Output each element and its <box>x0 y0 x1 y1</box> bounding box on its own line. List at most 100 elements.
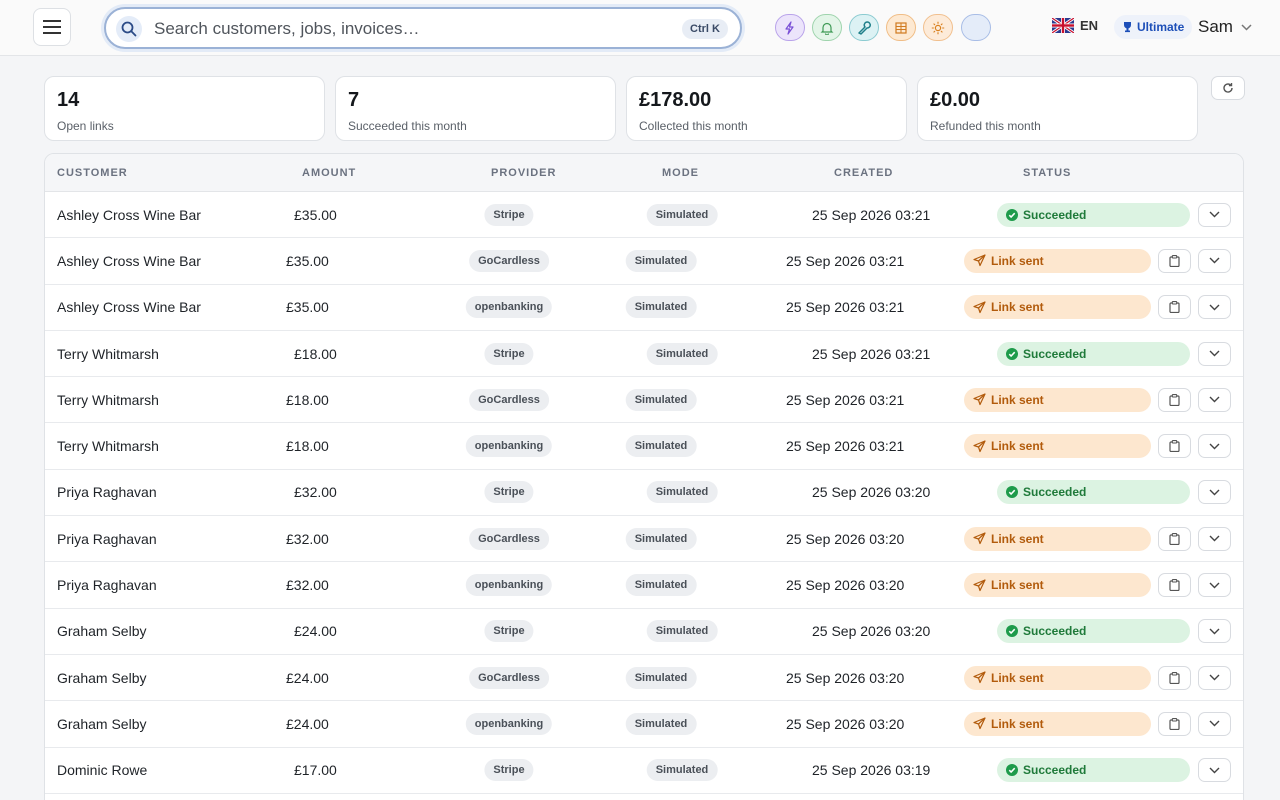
table-row[interactable]: Terry Whitmarsh £18.00 openbanking Simulate… <box>45 423 1243 470</box>
wrench-button[interactable] <box>849 14 879 41</box>
user-menu[interactable]: Sam <box>1198 17 1252 37</box>
status-badge: Succeeded <box>997 480 1190 505</box>
customer-name[interactable]: Priya Raghavan <box>57 484 157 500</box>
chevron-down-icon <box>1209 582 1220 589</box>
expand-row-button[interactable] <box>1198 480 1231 505</box>
column-header-created[interactable]: CREATED <box>834 167 893 179</box>
column-header-customer[interactable]: CUSTOMER <box>57 167 128 179</box>
sun-button[interactable] <box>923 14 953 41</box>
payments-table: CUSTOMER AMOUNT PROVIDER MODE CREATED ST… <box>44 153 1244 800</box>
status-label: Succeeded <box>1023 624 1087 639</box>
expand-row-button[interactable] <box>1198 248 1231 273</box>
bell-button[interactable] <box>812 14 842 41</box>
table-row[interactable]: Priya Raghavan £32.00 GoCardless Simulated 2… <box>45 516 1243 563</box>
plan-badge[interactable]: Ultimate <box>1114 15 1193 39</box>
stat-card-open-links: 14 Open links <box>44 76 325 141</box>
provider-chip: openbanking <box>465 574 553 597</box>
search-input[interactable] <box>154 17 674 41</box>
copy-link-button[interactable] <box>1158 711 1191 736</box>
expand-row-button[interactable] <box>1198 711 1231 736</box>
chevron-down-icon <box>1209 257 1220 264</box>
amount: £18.00 <box>294 345 337 362</box>
amount: £18.00 <box>286 391 329 408</box>
water-drop-icon <box>969 21 983 35</box>
expand-row-button[interactable] <box>1198 758 1231 783</box>
column-header-provider[interactable]: PROVIDER <box>491 167 556 179</box>
created-date: 25 Sep 2026 03:20 <box>786 577 905 594</box>
stat-card-collected: £178.00 Collected this month <box>626 76 907 141</box>
copy-link-button[interactable] <box>1158 387 1191 412</box>
clipboard-icon <box>1169 254 1180 267</box>
copy-link-button[interactable] <box>1158 248 1191 273</box>
copy-link-button[interactable] <box>1158 526 1191 551</box>
expand-row-button[interactable] <box>1198 665 1231 690</box>
table-row[interactable]: Graham Selby £24.00 Stripe Simulated 25 Sep … <box>45 609 1243 655</box>
expand-row-button[interactable] <box>1198 619 1231 644</box>
copy-link-button[interactable] <box>1158 665 1191 690</box>
status-badge: Succeeded <box>997 341 1190 366</box>
customer-name[interactable]: Graham Selby <box>57 670 146 686</box>
amount: £17.00 <box>294 762 337 779</box>
customer-name[interactable]: Terry Whitmarsh <box>57 392 159 408</box>
amount: £18.00 <box>286 438 329 455</box>
table-row[interactable] <box>45 794 1243 800</box>
created-date: 25 Sep 2026 03:19 <box>812 762 931 779</box>
table-row[interactable]: Priya Raghavan £32.00 Stripe Simulated 25 Se… <box>45 470 1243 517</box>
lightning-button[interactable] <box>775 14 805 41</box>
wrench-icon <box>858 20 871 35</box>
table-row[interactable]: Ashley Cross Wine Bar £35.00 GoCardless Sim… <box>45 238 1243 285</box>
column-header-status[interactable]: STATUS <box>1023 167 1071 179</box>
customer-name[interactable]: Graham Selby <box>57 716 146 732</box>
expand-row-button[interactable] <box>1198 434 1231 459</box>
mode-chip: Simulated <box>625 666 697 689</box>
clipboard-icon <box>1169 671 1180 684</box>
customer-name[interactable]: Ashley Cross Wine Bar <box>57 299 201 315</box>
grid-button[interactable] <box>886 14 916 41</box>
provider-chip: Stripe <box>484 759 534 782</box>
customer-name[interactable]: Priya Raghavan <box>57 577 157 593</box>
table-row[interactable]: Priya Raghavan £32.00 openbanking Simulated… <box>45 562 1243 609</box>
copy-link-button[interactable] <box>1158 573 1191 598</box>
status-badge: Succeeded <box>997 202 1190 227</box>
amount: £24.00 <box>286 715 329 732</box>
stat-caption: Refunded this month <box>930 119 1041 133</box>
bell-icon <box>820 22 834 35</box>
status-badge: Link sent <box>964 248 1151 273</box>
customer-name[interactable]: Graham Selby <box>57 623 146 639</box>
expand-row-button[interactable] <box>1198 526 1231 551</box>
column-header-mode[interactable]: MODE <box>662 167 699 179</box>
water-drop-button[interactable] <box>961 14 991 41</box>
expand-row-button[interactable] <box>1198 341 1231 366</box>
refresh-button[interactable] <box>1211 76 1245 100</box>
column-header-amount[interactable]: AMOUNT <box>302 167 356 179</box>
table-row[interactable]: Graham Selby £24.00 openbanking Simulated 25… <box>45 701 1243 748</box>
expand-row-button[interactable] <box>1198 387 1231 412</box>
copy-link-button[interactable] <box>1158 434 1191 459</box>
customer-name[interactable]: Terry Whitmarsh <box>57 346 159 362</box>
table-row[interactable]: Graham Selby £24.00 GoCardless Simulated 25 … <box>45 655 1243 702</box>
customer-name[interactable]: Dominic Rowe <box>57 762 147 778</box>
customer-name[interactable]: Ashley Cross Wine Bar <box>57 207 201 223</box>
expand-row-button[interactable] <box>1198 202 1231 227</box>
expand-row-button[interactable] <box>1198 573 1231 598</box>
provider-chip: Stripe <box>484 342 534 365</box>
copy-link-button[interactable] <box>1158 295 1191 320</box>
top-bar: Ctrl K EN Ultimate Sam <box>0 0 1280 56</box>
mode-chip: Simulated <box>625 527 697 550</box>
table-row[interactable]: Terry Whitmarsh £18.00 GoCardless Simulated… <box>45 377 1243 424</box>
table-row[interactable]: Ashley Cross Wine Bar £35.00 Stripe Simulat… <box>45 192 1243 239</box>
table-row[interactable]: Terry Whitmarsh £18.00 Stripe Simulated 25 S… <box>45 331 1243 378</box>
keyboard-shortcut-badge: Ctrl K <box>682 19 728 39</box>
language-selector[interactable]: EN <box>1052 18 1098 33</box>
status-label: Succeeded <box>1023 763 1087 778</box>
table-row[interactable]: Ashley Cross Wine Bar £35.00 openbanking Si… <box>45 285 1243 331</box>
expand-row-button[interactable] <box>1198 295 1231 320</box>
customer-name[interactable]: Priya Raghavan <box>57 531 157 547</box>
customer-name[interactable]: Ashley Cross Wine Bar <box>57 253 201 269</box>
check-circle-icon <box>1006 208 1018 221</box>
created-date: 25 Sep 2026 03:20 <box>812 623 931 640</box>
menu-button[interactable] <box>33 8 71 46</box>
table-row[interactable]: Dominic Rowe £17.00 Stripe Simulated 25 Sep … <box>45 748 1243 794</box>
search-bar[interactable]: Ctrl K <box>104 7 742 49</box>
customer-name[interactable]: Terry Whitmarsh <box>57 438 159 454</box>
